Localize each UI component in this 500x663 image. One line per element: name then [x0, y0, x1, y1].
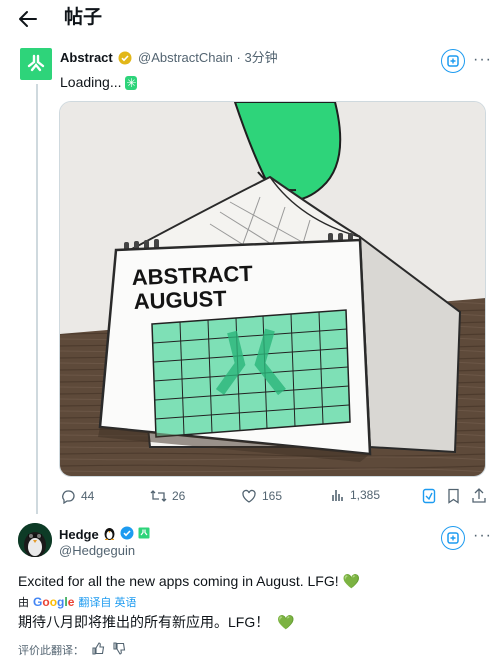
penguin-emoji-icon [103, 526, 116, 544]
penguin-avatar-image [18, 523, 52, 557]
rate-translation-row: 评价此翻译： [18, 642, 126, 658]
image-title-line1: ABSTRACT [131, 261, 253, 290]
affiliate-badge-icon[interactable] [138, 527, 150, 543]
hedge-avatar[interactable] [18, 523, 52, 557]
grok-icon [422, 488, 436, 504]
reply-text: Excited for all the new apps coming in A… [18, 573, 360, 589]
page-title: 帖子 [64, 7, 103, 28]
translation-attribution: 由 Google 翻译自 英语 [18, 595, 136, 610]
abstract-avatar[interactable] [20, 48, 52, 80]
bookmark-action[interactable] [447, 488, 460, 504]
bookmark-icon [448, 488, 459, 504]
post-header: Abstract @AbstractChain · 3分钟 [60, 50, 278, 69]
grok-action[interactable] [422, 488, 436, 504]
views-count: 1,385 [350, 488, 381, 502]
reply-count: 44 [81, 489, 95, 503]
abstract-logo-icon [27, 54, 45, 72]
thumbs-up-icon[interactable] [92, 642, 105, 658]
translated-text: 期待八月即将推出的所有新应用。LFG！ 💚 [18, 614, 295, 630]
repost-count: 26 [172, 489, 186, 503]
author-handle[interactable]: @AbstractChain [138, 50, 233, 65]
like-count: 165 [262, 489, 283, 503]
sparkle-emoji: ✳ [125, 76, 138, 90]
separator-dot: · [236, 50, 241, 65]
views-action[interactable]: 1,385 [331, 488, 380, 502]
subscribe-icon [447, 532, 459, 544]
reply-subscribe-button[interactable] [441, 526, 465, 550]
reply-action[interactable]: 44 [60, 488, 94, 504]
heart-icon [242, 489, 256, 503]
subscribe-icon [447, 55, 459, 67]
green-heart-emoji: 💚 [342, 573, 360, 589]
rate-translation-label: 评价此翻译： [18, 645, 84, 657]
repost-action[interactable]: 26 [150, 488, 185, 504]
translated-green-heart-emoji: 💚 [277, 614, 295, 630]
more-options-icon[interactable]: ··· [473, 51, 492, 69]
share-action[interactable] [472, 488, 486, 504]
translate-from-link[interactable]: 翻译自 英语 [78, 596, 136, 610]
repost-icon [150, 490, 167, 502]
image-title-line2: AUGUST [133, 286, 227, 314]
reply-author-name[interactable]: Hedge [59, 527, 99, 543]
google-logo: Google [33, 595, 75, 609]
author-name[interactable]: Abstract [60, 50, 113, 65]
post-image[interactable]: ABSTRACT AUGUST [59, 101, 486, 477]
share-icon [472, 488, 486, 503]
thumbs-down-icon[interactable] [113, 642, 126, 658]
verified-blue-badge-icon [120, 526, 134, 544]
reply-more-options-icon[interactable]: ··· [473, 527, 492, 545]
verified-gold-badge-icon [118, 51, 132, 69]
reply-author-row: Hedge [59, 526, 150, 544]
reply-icon [62, 490, 75, 504]
subscribe-button[interactable] [441, 49, 465, 73]
views-chart-icon [332, 490, 343, 501]
thread-line [36, 84, 38, 514]
post-time[interactable]: 3分钟 [244, 50, 277, 65]
reply-author-handle[interactable]: @Hedgeguin [59, 543, 135, 559]
like-action[interactable]: 165 [241, 488, 282, 504]
top-bar: 帖子 [0, 0, 500, 38]
post-text: Loading... ✳ [60, 74, 138, 90]
translate-prefix: 由 [18, 596, 29, 609]
back-arrow-icon[interactable] [16, 7, 40, 31]
